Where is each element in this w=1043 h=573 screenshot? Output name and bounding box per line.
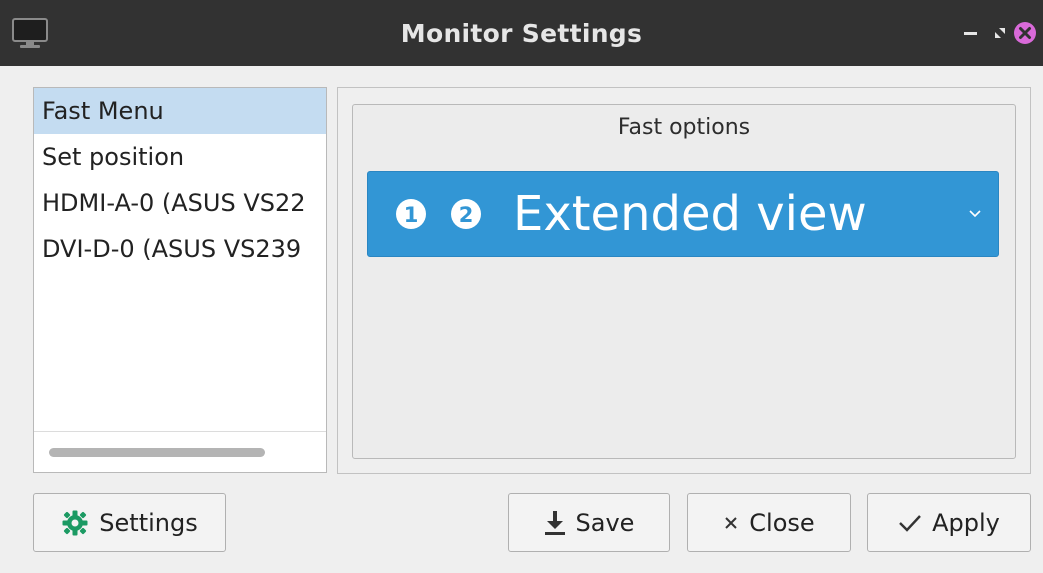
download-icon (544, 510, 566, 536)
settings-button-label: Settings (99, 508, 198, 537)
apply-button-label: Apply (932, 508, 1000, 537)
save-button[interactable]: Save (508, 493, 670, 552)
settings-gear-icon (61, 509, 89, 537)
window-title: Monitor Settings (400, 19, 643, 48)
fast-options-title: Fast options (617, 115, 751, 140)
svg-text:1: 1 (404, 203, 419, 227)
minimize-icon[interactable] (958, 20, 984, 46)
apply-button[interactable]: Apply (867, 493, 1031, 552)
monitor-1-icon: 1 (396, 199, 426, 229)
monitor-numbers-icon: 1 2 (396, 199, 481, 229)
display-mode-value: Extended view (513, 186, 867, 242)
display-mode-select[interactable]: 1 2 Extended view (367, 171, 999, 257)
close-icon[interactable] (1012, 20, 1038, 46)
x-icon (723, 515, 739, 531)
monitor-2-icon: 2 (451, 199, 481, 229)
settings-button[interactable]: Settings (33, 493, 226, 552)
save-button-label: Save (575, 508, 635, 537)
sidebar-item-set-position[interactable]: Set position (34, 134, 326, 180)
close-button-label: Close (749, 508, 815, 537)
svg-text:2: 2 (459, 203, 474, 227)
title-bar: Monitor Settings (0, 0, 1043, 66)
sidebar-item-hdmi-a-0[interactable]: HDMI-A-0 (ASUS VS22 (34, 180, 326, 226)
sidebar-item-fast-menu[interactable]: Fast Menu (34, 88, 326, 134)
scrollbar-thumb[interactable] (49, 448, 265, 457)
content-panel: Fast options 1 2 Extended view (337, 87, 1031, 474)
fast-options-group: Fast options 1 2 Extended view (352, 104, 1016, 459)
sidebar-list: Fast Menu Set position HDMI-A-0 (ASUS VS… (33, 87, 327, 473)
sidebar-item-dvi-d-0[interactable]: DVI-D-0 (ASUS VS239 (34, 226, 326, 272)
maximize-icon[interactable] (987, 20, 1013, 46)
checkmark-icon (898, 513, 922, 533)
horizontal-scrollbar (34, 431, 326, 472)
chevron-down-icon (969, 210, 981, 218)
close-button[interactable]: Close (687, 493, 851, 552)
